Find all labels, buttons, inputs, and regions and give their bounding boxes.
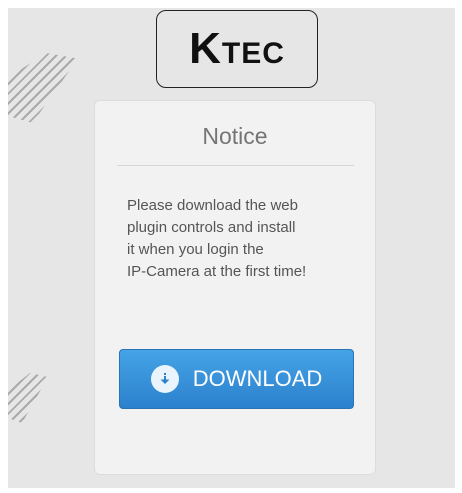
notice-panel: Notice Please download the web plugin co… (94, 100, 376, 475)
decorative-hatch-top (8, 53, 78, 123)
download-label: DOWNLOAD (192, 366, 323, 391)
download-arrow-icon (150, 365, 179, 393)
title-divider (117, 165, 354, 166)
logo-rest: TEC (221, 37, 285, 70)
logo-first-letter: K (189, 24, 222, 73)
notice-message: Please download the web plugin controls … (127, 197, 307, 280)
download-button[interactable]: DOWNLOAD (119, 349, 354, 409)
ktec-logo: KTEC (156, 10, 318, 88)
logo-text: KTEC (189, 24, 285, 74)
decorative-hatch-bottom (8, 373, 48, 423)
notice-title: Notice (202, 123, 268, 149)
page-background: KTEC Notice Please download the web plug… (8, 8, 455, 488)
